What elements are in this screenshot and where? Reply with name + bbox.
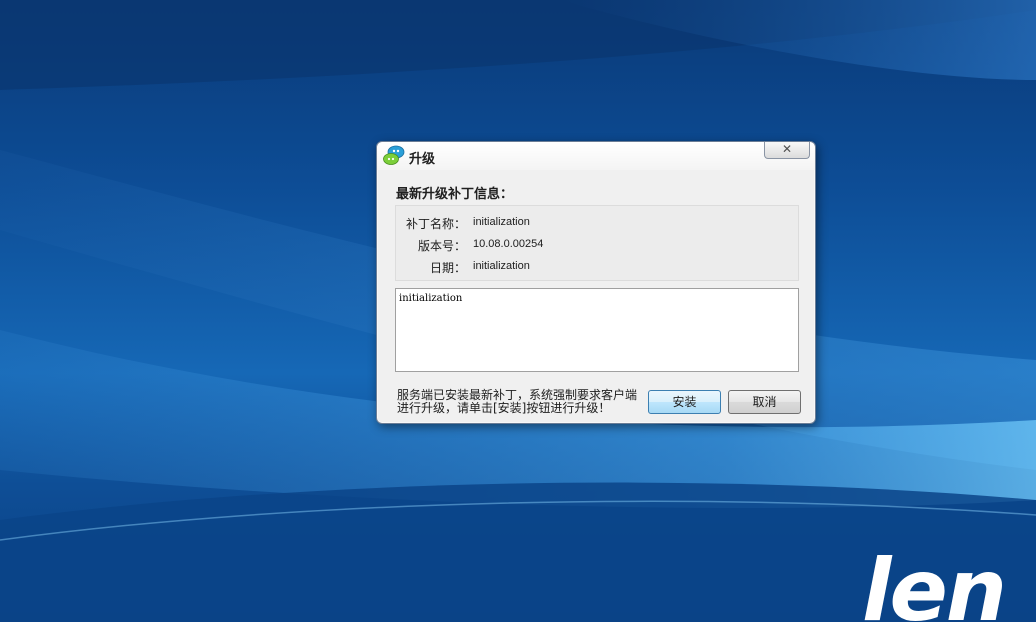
upgrade-dialog: 升级 ✕ 最新升级补丁信息： 补丁名称： initialization 版本号：… <box>376 141 816 424</box>
title-bar[interactable]: 升级 ✕ <box>377 142 815 170</box>
date-row: 日期： initialization <box>396 259 796 277</box>
brand-logo: len <box>862 541 1007 622</box>
patch-info-panel: 补丁名称： initialization 版本号： 10.08.0.00254 … <box>395 205 799 281</box>
version-value: 10.08.0.00254 <box>473 238 544 250</box>
dialog-title: 升级 <box>409 152 436 167</box>
close-button[interactable]: ✕ <box>764 142 810 159</box>
patch-name-row: 补丁名称： initialization <box>396 215 796 233</box>
release-notes-textarea[interactable]: initialization <box>395 288 799 372</box>
cancel-button[interactable]: 取消 <box>728 390 801 414</box>
install-button[interactable]: 安装 <box>648 390 721 414</box>
chat-bubbles-icon <box>382 144 406 168</box>
date-label: 日期： <box>429 261 466 275</box>
upgrade-message: 服务端已安装最新补丁，系统强制要求客户端进行升级，请单击[安装]按钮进行升级！ <box>397 388 638 415</box>
close-icon: ✕ <box>781 142 793 156</box>
patch-name-value: initialization <box>473 216 530 228</box>
patch-name-label: 补丁名称： <box>405 217 466 231</box>
version-row: 版本号： 10.08.0.00254 <box>396 237 796 255</box>
version-label: 版本号： <box>417 239 466 253</box>
section-title: 最新升级补丁信息： <box>396 187 514 202</box>
date-value: initialization <box>473 260 530 272</box>
